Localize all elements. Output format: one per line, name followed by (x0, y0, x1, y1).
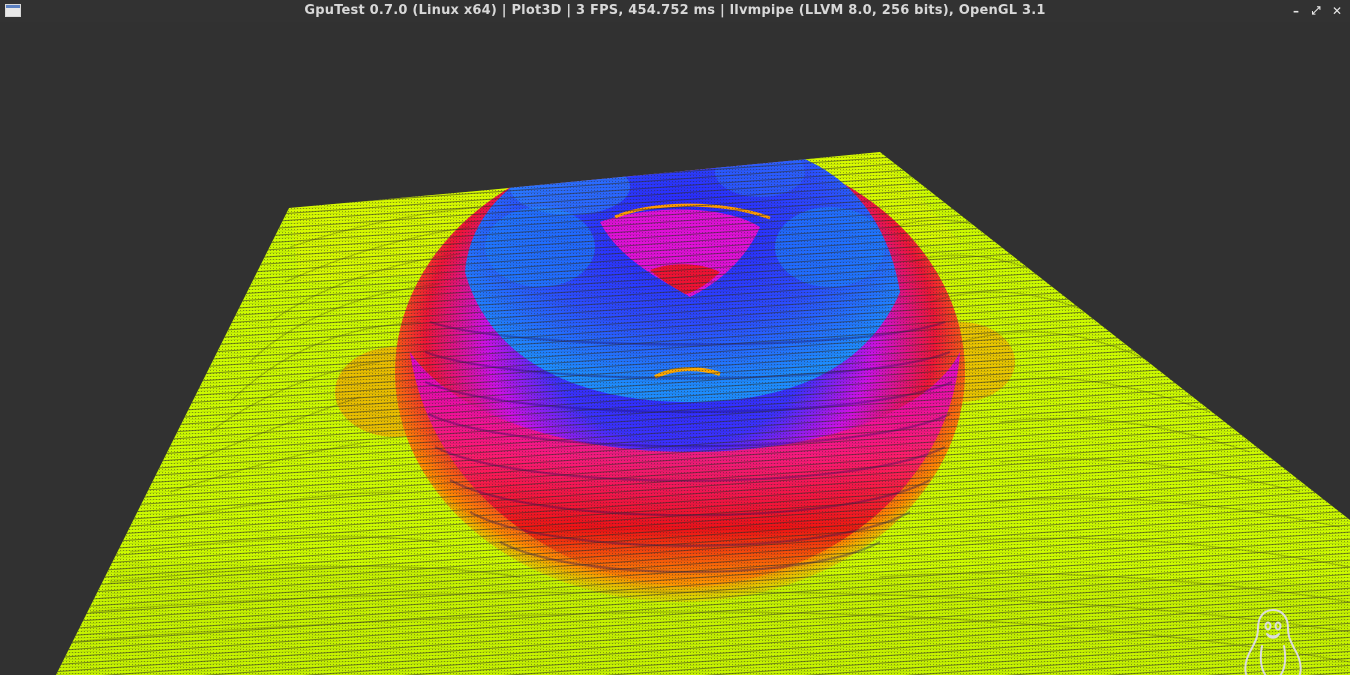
plot3d-surface (56, 152, 1350, 675)
tux-penguin-icon (1244, 609, 1302, 675)
minimize-button[interactable]: – (1288, 2, 1304, 20)
opengl-viewport[interactable] (0, 22, 1350, 675)
window-title: GpuTest 0.7.0 (Linux x64) | Plot3D | 3 F… (304, 3, 1046, 18)
gputest-window: GpuTest 0.7.0 (Linux x64) | Plot3D | 3 F… (0, 0, 1350, 675)
title-bar[interactable]: GpuTest 0.7.0 (Linux x64) | Plot3D | 3 F… (0, 0, 1350, 22)
maximize-button[interactable]: ⤢ (1308, 2, 1324, 20)
close-button[interactable]: ✕ (1329, 2, 1345, 20)
